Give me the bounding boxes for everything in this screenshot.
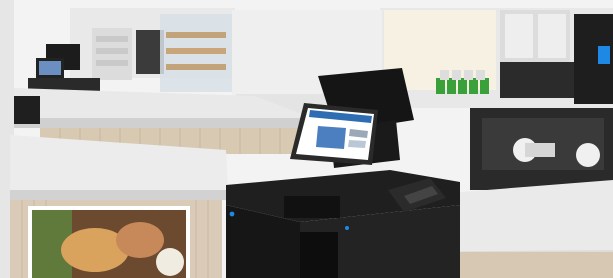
scene-illustration <box>0 0 613 278</box>
drink-station <box>380 8 613 108</box>
food-poster <box>28 206 190 278</box>
right-dark-cabinet <box>470 108 613 190</box>
main-touchscreen <box>290 103 378 165</box>
restaurant-counter-scene <box>0 0 613 278</box>
printer-slot <box>300 232 338 278</box>
coffee-machine <box>136 30 164 74</box>
power-indicator-icon <box>229 211 235 217</box>
